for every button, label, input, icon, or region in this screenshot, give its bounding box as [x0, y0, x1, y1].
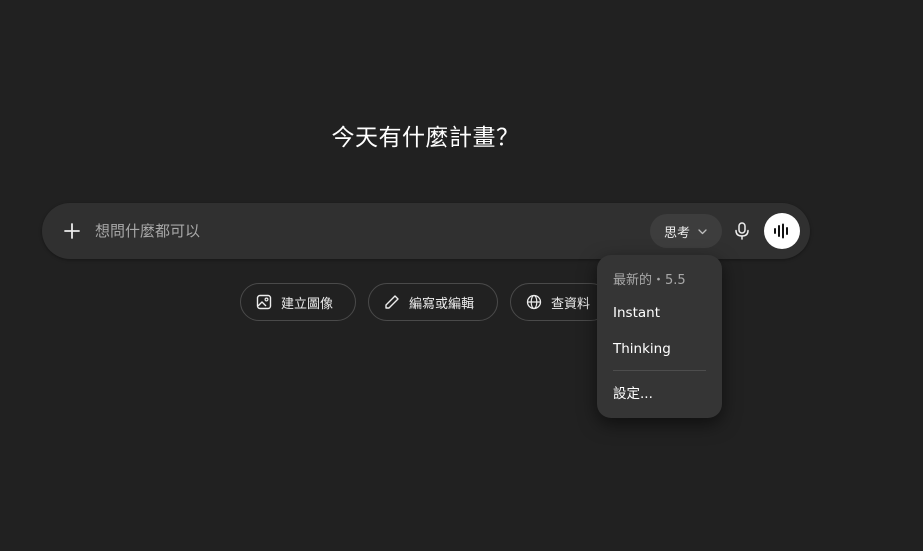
- globe-icon: [526, 294, 542, 310]
- pencil-icon: [384, 294, 400, 310]
- menu-item-settings[interactable]: 設定...: [605, 379, 714, 409]
- app-page: 今天有什麼計畫？ 想問什麼都可以 思考 建立圖像 編寫或編輯 查資料 最新的・5…: [0, 0, 923, 551]
- suggestion-look-up[interactable]: 查資料: [510, 283, 610, 321]
- chevron-down-icon: [698, 228, 707, 234]
- microphone-icon: [735, 222, 749, 240]
- menu-section-header: 最新的・5.5: [613, 273, 686, 288]
- add-attachment-button[interactable]: [56, 215, 88, 247]
- voice-waveform-icon: [774, 223, 788, 239]
- suggestion-create-image[interactable]: 建立圖像: [240, 283, 356, 321]
- prompt-composer[interactable]: 想問什麼都可以 思考: [42, 203, 810, 259]
- suggestion-label: 編寫或編輯: [409, 296, 475, 312]
- plus-icon: [64, 223, 80, 239]
- suggestion-label: 查資料: [551, 296, 591, 312]
- model-mode-button[interactable]: 思考: [650, 214, 722, 248]
- menu-item-instant[interactable]: Instant: [605, 298, 714, 328]
- voice-mode-button[interactable]: [764, 213, 800, 249]
- page-title: 今天有什麼計畫？: [331, 125, 520, 151]
- image-icon: [256, 294, 272, 310]
- menu-item-thinking[interactable]: Thinking: [605, 334, 714, 364]
- model-dropdown-menu: 最新的・5.5 Instant Thinking 設定...: [597, 255, 722, 418]
- dictate-button[interactable]: [726, 215, 758, 247]
- suggestion-write-or-edit[interactable]: 編寫或編輯: [368, 283, 498, 321]
- menu-divider: [613, 370, 706, 371]
- prompt-input[interactable]: 想問什麼都可以: [95, 203, 200, 259]
- model-mode-label: 思考: [663, 225, 690, 241]
- suggestion-label: 建立圖像: [281, 296, 334, 312]
